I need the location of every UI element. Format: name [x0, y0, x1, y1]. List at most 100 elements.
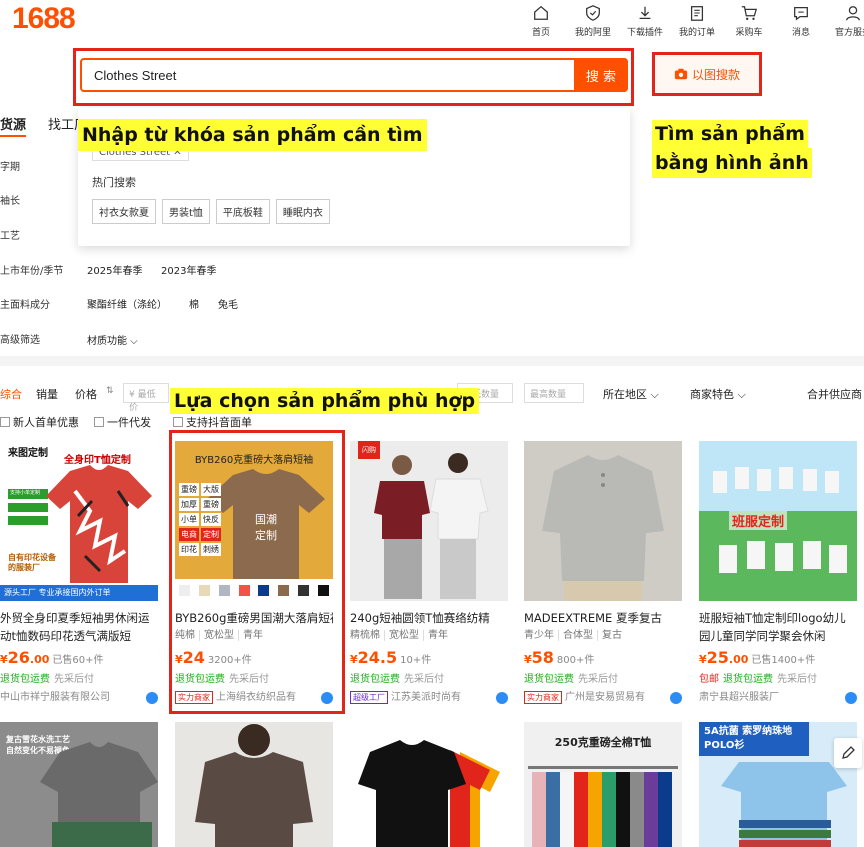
product-service: 退货包运费 先采后付	[350, 671, 508, 689]
tab-goods[interactable]: 货源	[0, 114, 27, 137]
filter-option[interactable]: 聚酯纤维（涤纶）	[87, 296, 167, 311]
img-text: 250克重磅全棉T恤	[554, 736, 652, 749]
shop-name[interactable]: 实力商家 广州是安易贸易有	[524, 689, 682, 707]
swatch	[278, 584, 290, 596]
attr: 精梳棉	[350, 630, 385, 641]
hot-tag[interactable]: 男装t恤	[162, 199, 210, 224]
logo[interactable]: 1688	[12, 2, 76, 36]
filter-label: 主面料成分	[0, 300, 50, 311]
attr: 青少年	[524, 630, 559, 641]
product-card[interactable]: 来图定制 全身印T恤定制 支持小单定制 自有印花设备 的服装厂 源头工厂 专业承接…	[0, 441, 158, 707]
search-button[interactable]: 搜 索	[574, 58, 628, 92]
cart-icon	[741, 6, 758, 21]
service-tag: 退货包运费	[350, 674, 400, 685]
image-search-button[interactable]: 以图搜款	[652, 52, 762, 96]
annotation-select: Lựa chọn sản phẩm phù hợp	[170, 388, 480, 414]
img-tag: 定制	[201, 528, 221, 541]
swatch	[258, 584, 270, 596]
product-card[interactable]: BYB260克重磅大落肩短袖 国潮 定制 重磅 加厚 小单 电商 印花 大版 重…	[175, 441, 333, 707]
nav-home[interactable]: 首页	[515, 4, 567, 38]
checkbox-label: 新人首单优惠	[13, 416, 79, 429]
service-tag: 退货包运费	[175, 674, 225, 685]
sort-sales[interactable]: 销量	[36, 386, 58, 402]
nav-messages[interactable]: 消息	[775, 4, 827, 38]
filter-option[interactable]: 兔毛	[218, 296, 238, 311]
checkbox-dropship[interactable]: 一件代发	[94, 414, 151, 430]
nav-cart[interactable]: 采购车	[723, 4, 775, 38]
product-title[interactable]: 班服短袖T恤定制印logo幼儿园儿童同学同学聚会休闲	[699, 609, 857, 645]
product-card[interactable]	[175, 722, 333, 847]
merchant-badge: 超级工厂	[350, 691, 388, 704]
search-input[interactable]	[82, 60, 572, 90]
merchant-label: 商家特色	[690, 388, 734, 401]
img-text: 5A抗菌 索罗纳珠地POLO衫	[699, 722, 809, 756]
min-price-input[interactable]: ¥ 最低价	[123, 383, 169, 413]
filter-label: 字期	[0, 162, 20, 173]
product-sold: 3200+件	[207, 655, 252, 666]
shop-label: 上海绢衣纺织品有	[216, 692, 296, 703]
product-title[interactable]: MADEEXTREME 夏季复古	[524, 609, 682, 627]
nav-label: 首页	[531, 28, 550, 38]
sort-default[interactable]: 综合	[0, 386, 22, 402]
feedback-button[interactable]	[834, 738, 862, 768]
product-card[interactable]	[350, 722, 508, 847]
filter-label: 高级筛选	[0, 335, 40, 346]
swatch	[238, 584, 250, 596]
product-attrs: 青少年 合体型 复古	[524, 627, 682, 645]
product-title[interactable]: 外贸全身印夏季短袖男休闲运动t恤数码印花透气满版短	[0, 609, 158, 645]
product-card[interactable]: MADEEXTREME 夏季复古 青少年 合体型 复古 ¥58 800+件 退货包运费…	[524, 441, 682, 707]
product-price: ¥25.00 已售1400+件	[699, 648, 816, 667]
svg-text:国潮: 国潮	[255, 512, 277, 526]
attr: 纯棉	[175, 630, 200, 641]
shop-label: 中山市祥宁服装有限公司	[0, 692, 110, 703]
merchant-badge: 实力商家	[524, 691, 562, 704]
merge-supplier[interactable]: 合并供应商	[807, 386, 862, 402]
attr: 青年	[428, 630, 448, 641]
tshirt-image	[40, 742, 158, 847]
hot-search-title: 热门搜索	[92, 176, 136, 189]
svg-text:定制: 定制	[255, 528, 277, 542]
checkbox-icon	[94, 417, 104, 427]
camera-icon	[674, 68, 688, 80]
price-cents: .00	[29, 653, 50, 666]
shop-name[interactable]: 实力商家 上海绢衣纺织品有	[175, 689, 333, 707]
region-select[interactable]: 所在地区 ⌵	[603, 386, 659, 402]
img-tag: 快反	[201, 513, 221, 526]
checkbox-douyin[interactable]: 支持抖音面单	[173, 414, 252, 430]
price-value: 25	[706, 648, 729, 667]
max-qty-input[interactable]: 最高数量	[524, 383, 584, 403]
product-card[interactable]: 闪购 240g短袖圆领T恤赛络纺精 精梳棉 宽松型 青年 ¥24.5 10+件 退货包…	[350, 441, 508, 707]
product-price: ¥24 3200+件	[175, 648, 252, 667]
product-title[interactable]: 240g短袖圆领T恤赛络纺精	[350, 609, 508, 627]
filter-option[interactable]: 2023年春季	[161, 262, 216, 277]
filter-option[interactable]: 棉	[189, 296, 199, 311]
nav-orders[interactable]: 我的订单	[671, 4, 723, 38]
sort-arrow-icon[interactable]: ⇅	[106, 386, 114, 396]
nav-service[interactable]: 官方服务	[827, 4, 864, 38]
annotation-image-1: Tìm sản phẩm	[652, 120, 808, 148]
home-icon	[534, 5, 548, 20]
price-value: 24.5	[357, 648, 398, 667]
product-card[interactable]: 班服定制 班服短袖T恤定制印logo幼儿园儿童同学同学聚会休闲 ¥25.00 已售…	[699, 441, 857, 707]
shop-name[interactable]: 超级工厂 江苏美派时尚有	[350, 689, 508, 707]
sort-price[interactable]: 价格	[75, 386, 97, 402]
filter-option[interactable]: 2025年春季	[87, 262, 142, 277]
nav-label: 官方服务	[834, 28, 864, 38]
shop-name[interactable]: 中山市祥宁服装有限公司	[0, 689, 158, 707]
product-service: 退货包运费 先采后付	[175, 671, 333, 689]
checkbox-newuser[interactable]: 新人首单优惠	[0, 414, 79, 430]
attr: 宽松型	[389, 630, 424, 641]
hot-tag[interactable]: 平底板鞋	[215, 199, 270, 224]
filter-option[interactable]: 材质功能 ⌵	[87, 332, 138, 347]
product-title[interactable]: BYB260g重磅男国潮大落肩短袖	[175, 609, 333, 627]
nav-my-ali[interactable]: 我的阿里	[567, 4, 619, 38]
product-card[interactable]: 250克重磅全棉T恤	[524, 722, 682, 847]
shop-name[interactable]: 肃宁县超兴服装厂	[699, 689, 857, 707]
merchant-select[interactable]: 商家特色 ⌵	[690, 386, 746, 402]
product-card[interactable]: 复古雪花水洗工艺 自然变化不易褪色	[0, 722, 158, 847]
hot-tag[interactable]: 睡眠内衣	[275, 199, 330, 224]
hot-tag[interactable]: 衬衣女款夏	[92, 199, 156, 224]
img-tag-list: 重磅 加厚 小单 电商 印花	[179, 483, 199, 556]
nav-download[interactable]: 下载插件	[619, 4, 671, 38]
product-image: 班服定制	[699, 441, 857, 601]
